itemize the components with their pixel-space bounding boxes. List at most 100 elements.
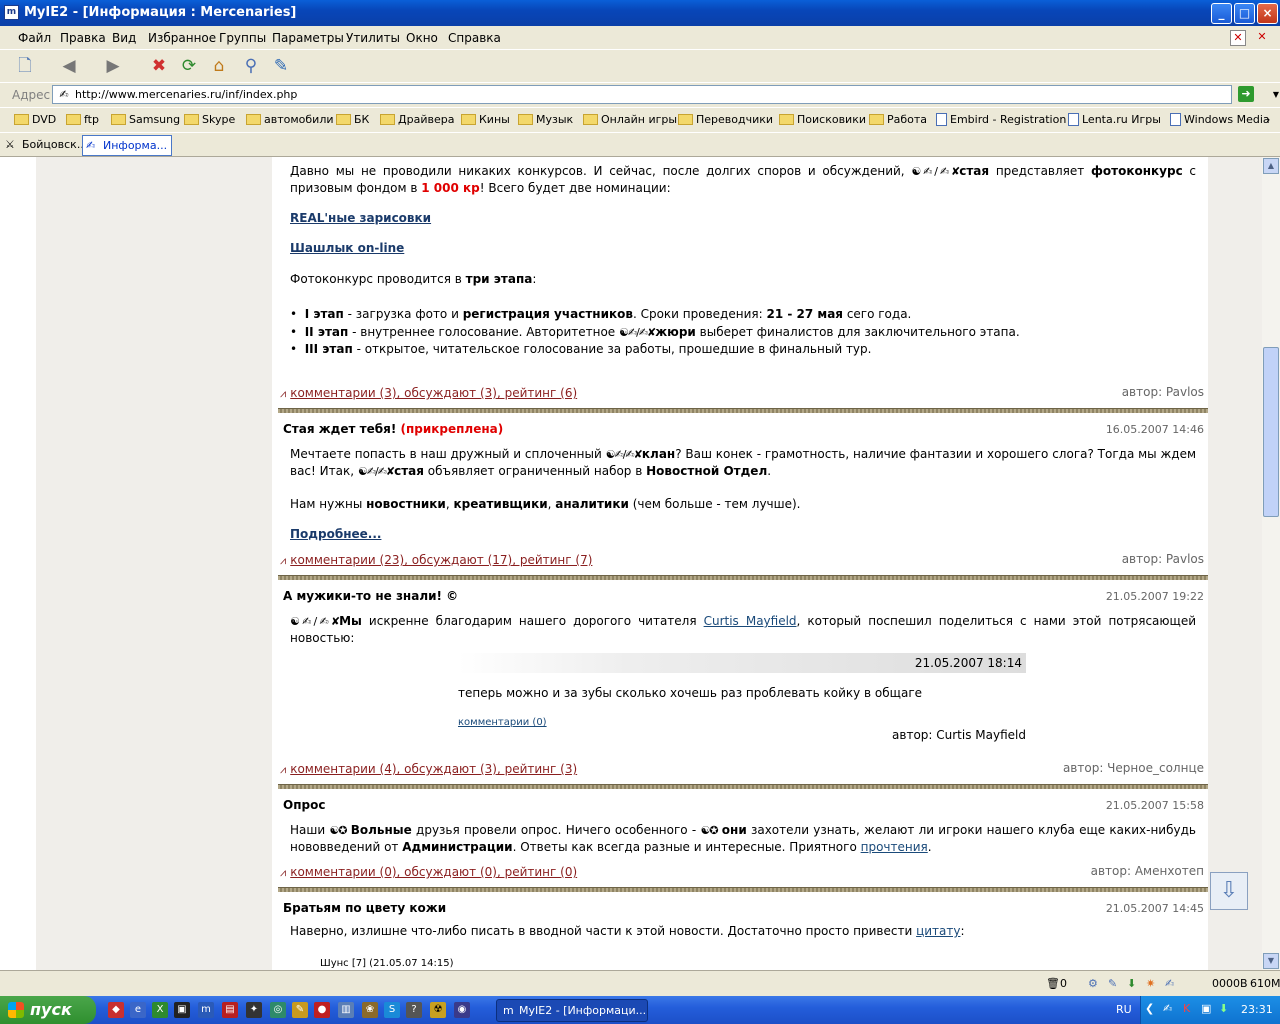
quote-comments-link[interactable]: комментарии (0)	[458, 717, 547, 728]
link-item[interactable]: Драйвера	[380, 113, 454, 126]
vertical-scrollbar[interactable]: ▲ ▼	[1262, 157, 1280, 970]
comments-link[interactable]: комментарии (0), обсуждают (0), рейтинг …	[290, 865, 577, 879]
menu-tools[interactable]: Утилиты	[346, 31, 400, 45]
menu-view[interactable]: Вид	[112, 31, 136, 45]
post-paragraph: Давно мы не проводили никаких конкурсов.…	[290, 164, 1197, 195]
reading-link[interactable]: прочтения	[861, 840, 928, 854]
menu-favorites[interactable]: Избранное	[148, 31, 216, 45]
refresh-icon[interactable]: ⟳	[176, 53, 202, 79]
scroll-up-icon[interactable]: ▲	[1263, 158, 1279, 174]
quicklaunch-icon[interactable]: ❀	[362, 1002, 378, 1018]
search-icon[interactable]: ⚲	[238, 53, 264, 79]
address-input[interactable]	[75, 87, 1205, 102]
quote-link[interactable]: цитату	[916, 924, 960, 938]
scroll-thumb[interactable]	[1263, 347, 1279, 517]
gear-icon[interactable]: ✷	[1146, 977, 1155, 990]
chevron-right-icon[interactable]: ›	[1266, 113, 1270, 126]
menu-groups[interactable]: Группы	[219, 31, 266, 45]
language-indicator[interactable]: RU	[1116, 1003, 1132, 1016]
link-item[interactable]: автомобили	[246, 113, 334, 126]
dropdown-arrow-icon[interactable]: ▼	[1269, 88, 1280, 102]
post-paragraph: Нам нужны новостники, креативщики, анали…	[290, 497, 801, 511]
go-button[interactable]: ➜	[1238, 86, 1254, 102]
download-icon[interactable]: ⬇	[1127, 977, 1136, 990]
link-item[interactable]: Samsung	[111, 113, 180, 126]
download-icon[interactable]: ⬇	[1219, 1002, 1228, 1015]
quicklaunch-icon[interactable]: ●	[314, 1002, 330, 1018]
menu-help[interactable]: Справка	[448, 31, 501, 45]
close-tab-icon[interactable]: ✕	[1230, 30, 1246, 46]
free-clan-icon: ☯✪	[329, 824, 347, 837]
nomination-link[interactable]: Шашлык on-line	[290, 241, 404, 255]
chevron-left-icon[interactable]: ❮	[1145, 1002, 1154, 1015]
scroll-down-arrow-icon[interactable]: ⇩	[1210, 872, 1248, 910]
quicklaunch-icon[interactable]: ◆	[108, 1002, 124, 1018]
reader-link[interactable]: Curtis Mayfield	[704, 614, 797, 628]
new-page-icon[interactable]: 🗋	[12, 53, 38, 79]
folder-icon	[380, 114, 395, 125]
settings-icon[interactable]: ✎	[1108, 977, 1117, 990]
menu-file[interactable]: Файл	[18, 31, 51, 45]
link-item[interactable]: Skype	[184, 113, 235, 126]
link-item[interactable]: Кины	[461, 113, 510, 126]
skype-icon[interactable]: S	[384, 1002, 400, 1018]
quicklaunch-icon[interactable]: ▤	[222, 1002, 238, 1018]
link-item[interactable]: Переводчики	[678, 113, 773, 126]
tab-fighting[interactable]: ⚔ Бойцовск...	[2, 135, 91, 156]
link-item[interactable]: Онлайн игры	[583, 113, 677, 126]
minimize-button[interactable]: _	[1211, 3, 1232, 24]
free-clan-icon: ☯✪	[700, 824, 718, 837]
app-icon[interactable]: m	[4, 5, 19, 20]
favorites-icon[interactable]: ✎	[268, 53, 294, 79]
close-button[interactable]: ×	[1257, 3, 1278, 24]
trash-icon[interactable]: 🗑	[1046, 977, 1060, 990]
quicklaunch-icon[interactable]: ◎	[270, 1002, 286, 1018]
kaspersky-icon[interactable]: K	[1183, 1002, 1190, 1015]
start-button[interactable]: пуск	[0, 996, 96, 1024]
menu-options[interactable]: Параметры	[272, 31, 344, 45]
quicklaunch-icon[interactable]: ▥	[338, 1002, 354, 1018]
back-icon[interactable]: ◀	[56, 53, 82, 79]
quicklaunch-icon[interactable]: m	[198, 1002, 214, 1018]
close-all-icon[interactable]: ✕	[1254, 30, 1270, 46]
quicklaunch-icon[interactable]: ▣	[174, 1002, 190, 1018]
comments-link[interactable]: комментарии (3), обсуждают (3), рейтинг …	[290, 386, 577, 400]
link-item[interactable]: Поисковики	[779, 113, 866, 126]
comments-link[interactable]: комментарии (23), обсуждают (17), рейтин…	[290, 553, 592, 567]
stop-icon[interactable]: ✖	[146, 53, 172, 79]
taskbar-window-button[interactable]: m MyIE2 - [Информаци...	[496, 999, 648, 1022]
edit-icon[interactable]: ✍	[1165, 977, 1174, 990]
link-item[interactable]: Embird - Registration	[936, 113, 1066, 126]
more-link[interactable]: Подробнее...	[290, 527, 381, 541]
post-meta: ⩘ комментарии (23), обсуждают (17), рейти…	[280, 553, 592, 568]
quicklaunch-icon[interactable]: ✦	[246, 1002, 262, 1018]
quicklaunch-icon[interactable]: e	[130, 1002, 146, 1018]
radiation-icon[interactable]: ☢	[430, 1002, 446, 1018]
nomination-link[interactable]: REAL'ные зарисовки	[290, 211, 431, 225]
link-item[interactable]: ftp	[66, 113, 99, 126]
network-icon[interactable]: ▣	[1201, 1002, 1211, 1015]
comments-link[interactable]: комментарии (4), обсуждают (3), рейтинг …	[290, 762, 577, 776]
home-icon[interactable]: ⌂	[206, 53, 232, 79]
tray-icon[interactable]: ✍	[1163, 1002, 1172, 1015]
address-field[interactable]: ✍ ▼	[52, 85, 1279, 104]
maximize-button[interactable]: □	[1234, 3, 1255, 24]
link-item[interactable]: Windows Media	[1170, 113, 1270, 126]
popup-icon[interactable]: ⚙	[1088, 977, 1098, 990]
link-item[interactable]: БК	[336, 113, 369, 126]
quicklaunch-icon[interactable]: X	[152, 1002, 168, 1018]
quicklaunch-icon[interactable]: ◉	[454, 1002, 470, 1018]
post-paragraph: ☯✍/✍✘Мы искренне благодарим нашего дорог…	[290, 614, 1196, 645]
tab-information[interactable]: ✍ Информа...	[82, 135, 173, 156]
link-item[interactable]: Работа	[869, 113, 927, 126]
menu-edit[interactable]: Правка	[60, 31, 106, 45]
menu-window[interactable]: Окно	[406, 31, 438, 45]
quicklaunch-icon[interactable]: ✎	[292, 1002, 308, 1018]
post-title: Стая ждет тебя! (прикреплена)	[283, 422, 504, 436]
forward-icon[interactable]: ▶	[100, 53, 126, 79]
link-item[interactable]: DVD	[14, 113, 56, 126]
link-item[interactable]: Lenta.ru Игры	[1068, 113, 1161, 126]
link-item[interactable]: Музык	[518, 113, 573, 126]
quicklaunch-icon[interactable]: ?	[406, 1002, 422, 1018]
scroll-down-icon[interactable]: ▼	[1263, 953, 1279, 969]
